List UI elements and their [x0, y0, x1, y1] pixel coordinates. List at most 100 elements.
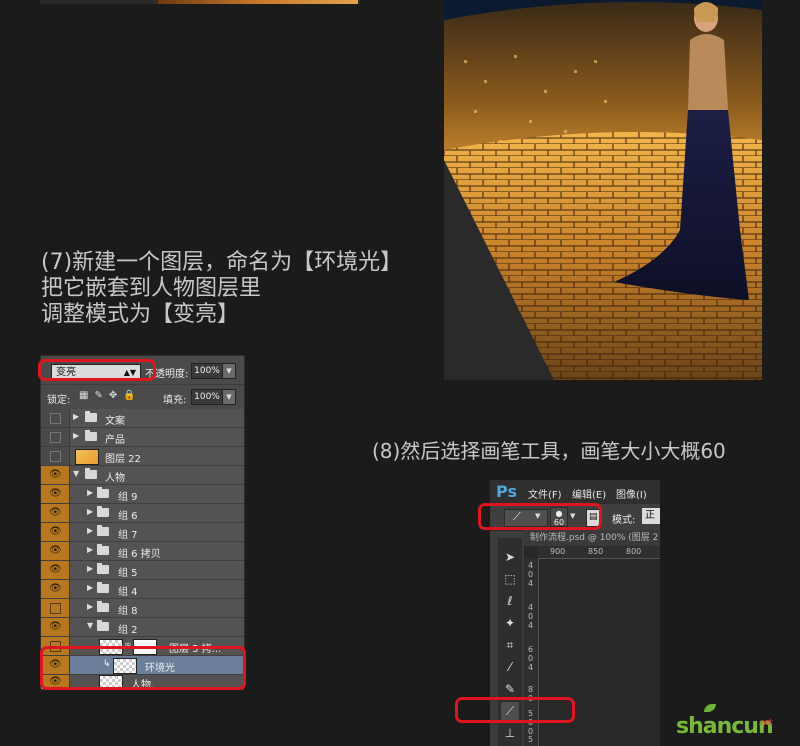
ruler-label: 8 — [528, 685, 534, 694]
layer-name: 组 7 — [118, 530, 138, 541]
menu-edit[interactable]: 编辑(E) — [572, 486, 606, 501]
collapse-icon[interactable]: ▼ — [73, 469, 79, 478]
document-tab[interactable]: 制作流程.psd @ 100% (图层 2 — [524, 530, 660, 546]
watermark-logo: shancun .net — [676, 704, 774, 739]
expand-icon[interactable]: ▶ — [87, 545, 93, 554]
visibility-off-icon — [50, 432, 61, 443]
marquee-icon[interactable]: ⬚ — [501, 570, 519, 588]
expand-icon[interactable]: ▶ — [73, 431, 79, 440]
ruler-label: 4 — [528, 603, 534, 612]
step7-line-2: 把它嵌套到人物图层里 — [41, 276, 262, 301]
eye-icon: 👁 — [49, 526, 62, 537]
layer-row[interactable]: 👁 ▶ 组 6 拷贝 — [41, 542, 244, 561]
layer-name: 文案 — [105, 416, 125, 427]
visibility-toggle[interactable] — [41, 428, 70, 446]
folder-icon — [85, 430, 97, 441]
visibility-toggle[interactable]: 👁 — [41, 542, 70, 560]
move-icon[interactable]: ➤ — [501, 548, 519, 566]
step8-caption: (8)然后选择画笔工具，画笔大小大概60 — [372, 439, 726, 463]
fill-input[interactable]: 100% — [191, 389, 223, 405]
eye-icon: 👁 — [49, 507, 62, 518]
expand-icon[interactable]: ▶ — [87, 507, 93, 516]
highlight-brush-size — [478, 503, 602, 530]
folder-icon — [97, 582, 109, 593]
menu-image[interactable]: 图像(I) — [616, 486, 647, 501]
folder-icon — [97, 544, 109, 555]
layer-name: 产品 — [105, 435, 125, 446]
layer-name: 组 2 — [118, 625, 138, 636]
layer-name: 组 9 — [118, 492, 138, 503]
visibility-toggle[interactable]: 👁 — [41, 485, 70, 503]
layer-row[interactable]: ▶ 产品 — [41, 428, 244, 447]
expand-icon[interactable]: ▶ — [87, 602, 93, 611]
ruler-label: 0 — [528, 612, 534, 621]
visibility-toggle[interactable] — [41, 447, 70, 465]
lasso-icon[interactable]: ℓ — [501, 592, 519, 610]
visibility-off-icon — [50, 603, 61, 614]
collapse-icon[interactable]: ▼ — [87, 621, 93, 630]
ruler-label: 6 — [528, 645, 534, 654]
step7-caption: (7)新建一个图层，命名为【环境光】 把它嵌套到人物图层里 调整模式为【变亮】 — [41, 250, 402, 328]
menu-file[interactable]: 文件(F) — [528, 486, 562, 501]
visibility-off-icon — [50, 451, 61, 462]
ruler-label: 4 — [528, 621, 534, 630]
mode-select[interactable]: 正 — [642, 508, 660, 524]
layer-name: 组 4 — [118, 587, 138, 598]
mode-label: 模式: — [612, 515, 636, 526]
visibility-toggle[interactable]: 👁 — [41, 504, 70, 522]
highlight-brush-tool — [455, 697, 575, 723]
layer-name: 组 6 — [118, 511, 138, 522]
healing-icon[interactable]: ✎ — [501, 680, 519, 698]
eyedropper-icon[interactable]: ⁄ — [501, 658, 519, 676]
fill-label: 填充: — [163, 395, 187, 406]
visibility-toggle[interactable]: 👁 — [41, 523, 70, 541]
lock-icons[interactable]: ▦✎✥🔒 — [79, 390, 142, 401]
eye-icon: 👁 — [49, 564, 62, 575]
scene-image — [444, 0, 762, 380]
menu-bar: Ps 文件(F) 编辑(E) 图像(I) — [490, 480, 660, 504]
stamp-icon[interactable]: ⊥ — [501, 724, 519, 742]
leaf-icon — [704, 704, 716, 712]
opacity-dropdown-icon[interactable]: ▼ — [222, 363, 236, 379]
layer-row[interactable]: ▶ 组 8 — [41, 599, 244, 618]
expand-icon[interactable]: ▶ — [87, 564, 93, 573]
watermark-suffix: .net — [758, 718, 773, 728]
lock-fill-row: 锁定: ▦✎✥🔒 填充: 100% ▼ — [41, 384, 244, 409]
visibility-toggle[interactable]: 👁 — [41, 561, 70, 579]
layer-name: 人物 — [105, 473, 125, 484]
highlight-clipped-layer — [40, 646, 246, 690]
expand-icon[interactable]: ▶ — [87, 583, 93, 592]
visibility-toggle[interactable] — [41, 599, 70, 617]
expand-icon[interactable]: ▶ — [87, 488, 93, 497]
layer-row[interactable]: ▶ 文案 — [41, 409, 244, 428]
layer-row[interactable]: 👁 ▼ 组 2 — [41, 618, 244, 637]
horizontal-ruler: 900 850 800 — [538, 546, 660, 559]
folder-open-icon — [97, 620, 109, 631]
visibility-toggle[interactable]: 👁 — [41, 466, 70, 484]
previous-image-fragment — [40, 0, 360, 4]
layer-row[interactable]: 图层 22 — [41, 447, 244, 466]
step7-line-1: (7)新建一个图层，命名为【环境光】 — [41, 250, 403, 275]
layer-name: 组 5 — [118, 568, 138, 579]
layer-row[interactable]: 👁 ▶ 组 4 — [41, 580, 244, 599]
layer-row[interactable]: 👁 ▶ 组 7 — [41, 523, 244, 542]
layer-row[interactable]: 👁 ▶ 组 5 — [41, 561, 244, 580]
expand-icon[interactable]: ▶ — [87, 526, 93, 535]
expand-icon[interactable]: ▶ — [73, 412, 79, 421]
fill-dropdown-icon[interactable]: ▼ — [222, 389, 236, 405]
folder-icon — [97, 563, 109, 574]
layer-row[interactable]: 👁 ▶ 组 9 — [41, 485, 244, 504]
layer-row[interactable]: 👁 ▶ 组 6 — [41, 504, 244, 523]
crop-icon[interactable]: ⌗ — [501, 636, 519, 654]
ruler-label: 850 — [588, 547, 604, 556]
layer-row[interactable]: 👁 ▼ 人物 — [41, 466, 244, 485]
folder-icon — [97, 525, 109, 536]
eye-icon: 👁 — [49, 621, 62, 632]
visibility-toggle[interactable]: 👁 — [41, 618, 70, 636]
visibility-toggle[interactable] — [41, 409, 70, 427]
opacity-input[interactable]: 100% — [191, 363, 223, 379]
ps-logo: Ps — [496, 482, 517, 501]
magic-wand-icon[interactable]: ✦ — [501, 614, 519, 632]
visibility-toggle[interactable]: 👁 — [41, 580, 70, 598]
eye-icon: 👁 — [49, 488, 62, 499]
